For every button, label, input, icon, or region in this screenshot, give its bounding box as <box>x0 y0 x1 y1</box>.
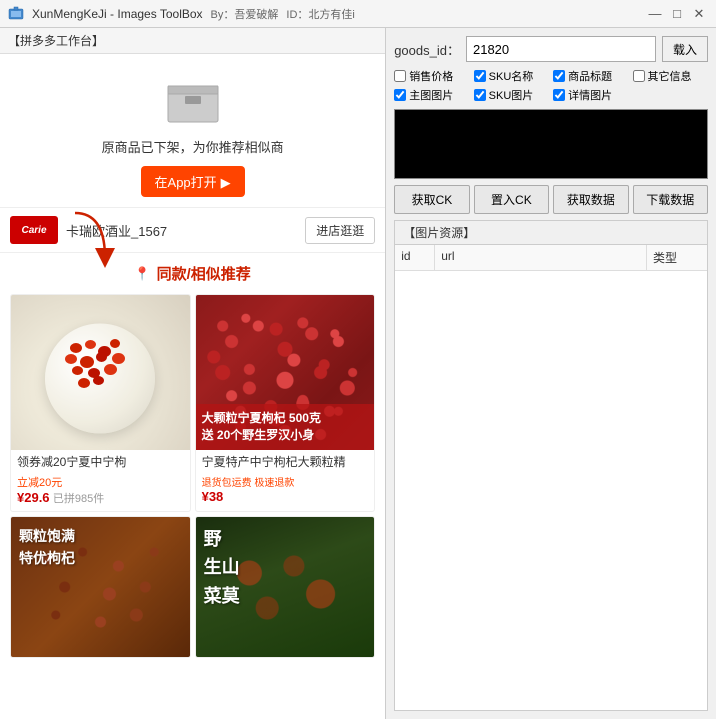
set-ck-button[interactable]: 置入CK <box>474 185 549 214</box>
bottom-products-row: 颗粒饱满 特优枸杞 野 生山 <box>10 516 375 658</box>
product-image-3: 颗粒饱满 特优枸杞 <box>11 517 190 657</box>
product-title-1: 领券减20宁夏中宁枸 <box>17 455 184 471</box>
checkbox-sku-image[interactable]: SKU图片 <box>474 87 549 103</box>
title-id: ID：北方有佳i <box>286 6 354 22</box>
archive-icon <box>163 74 223 124</box>
product-image-4: 野 生山 菜莫 <box>196 517 375 657</box>
checkbox-other-info[interactable]: 其它信息 <box>633 68 708 84</box>
goods-id-row: goods_id： 载入 <box>394 36 708 62</box>
product-card-4[interactable]: 野 生山 菜莫 <box>195 516 376 658</box>
checkbox-main-image-input[interactable] <box>394 89 406 101</box>
product-card-2[interactable]: 大颗粒宁夏枸杞 500克 送 20个野生罗汉小身 宁夏特产中宁枸杞大颗粒精 退货… <box>195 294 376 512</box>
store-logo: Carie <box>10 216 58 244</box>
checkbox-product-title-input[interactable] <box>553 70 565 82</box>
product-discount-1: 立减20元 <box>17 474 184 490</box>
goods-id-input[interactable] <box>466 36 656 62</box>
open-app-button[interactable]: 在App打开 <box>141 166 245 197</box>
checkbox-product-title[interactable]: 商品标题 <box>553 68 628 84</box>
resources-header: 【图片资源】 <box>395 221 707 245</box>
checkbox-sku-image-label: SKU图片 <box>489 87 534 103</box>
app-name: XunMengKeJi - Images ToolBox <box>32 7 203 21</box>
download-data-button[interactable]: 下载数据 <box>633 185 708 214</box>
main-container: 【拼多多工作台】 原商品已下架，为你推荐相似商 在App打开 Carie <box>0 28 716 719</box>
store-row: Carie 卡瑞欧酒业_1567 进店逛逛 <box>0 207 385 253</box>
table-header: id url 类型 <box>395 245 707 271</box>
table-col-url: url <box>435 245 647 270</box>
product-info-1: 领券减20宁夏中宁枸 立减20元 ¥29.6 已拼985件 <box>11 450 190 511</box>
table-col-type: 类型 <box>647 245 707 270</box>
get-data-button[interactable]: 获取数据 <box>553 185 628 214</box>
title-bar-left: XunMengKeJi - Images ToolBox By：吾爱破解 ID：… <box>8 6 355 22</box>
products-grid: 领券减20宁夏中宁枸 立减20元 ¥29.6 已拼985件 <box>10 294 375 512</box>
left-panel-header: 【拼多多工作台】 <box>0 28 385 54</box>
checkbox-detail-image-label: 详情图片 <box>568 87 612 103</box>
checkbox-sale-price[interactable]: 销售价格 <box>394 68 469 84</box>
resources-section: 【图片资源】 id url 类型 <box>394 220 708 711</box>
checkboxes-area: 销售价格 SKU名称 商品标题 其它信息 主图图片 SKU图片 <box>394 68 708 103</box>
checkbox-main-image-label: 主图图片 <box>409 87 453 103</box>
get-ck-button[interactable]: 获取CK <box>394 185 469 214</box>
checkbox-sku-name[interactable]: SKU名称 <box>474 68 549 84</box>
product-title-2: 宁夏特产中宁枸杞大颗粒精 <box>202 455 369 471</box>
checkbox-sku-image-input[interactable] <box>474 89 486 101</box>
goods-id-label: goods_id： <box>394 40 460 59</box>
product-image-1 <box>11 295 190 450</box>
product-price-2: ¥38 <box>202 489 369 504</box>
checkbox-sku-name-input[interactable] <box>474 70 486 82</box>
product-tags-2: 退货包运费 极速退款 <box>202 474 369 489</box>
checkbox-detail-image-input[interactable] <box>553 89 565 101</box>
product-notice: 原商品已下架，为你推荐相似商 在App打开 <box>0 54 385 207</box>
checkbox-sale-price-input[interactable] <box>394 70 406 82</box>
product-price-row-1: ¥29.6 已拼985件 <box>17 490 184 506</box>
checkbox-other-info-input[interactable] <box>633 70 645 82</box>
minimize-button[interactable]: — <box>646 5 664 23</box>
product-overlay-2: 大颗粒宁夏枸杞 500克 送 20个野生罗汉小身 <box>196 404 375 450</box>
title-by: By：吾爱破解 <box>211 6 279 22</box>
app-icon <box>8 6 24 22</box>
load-button[interactable]: 载入 <box>662 36 708 62</box>
window-controls: — □ ✕ <box>646 5 708 23</box>
similar-header: 📍 同款/相似推荐 <box>10 263 375 284</box>
notice-text: 原商品已下架，为你推荐相似商 <box>10 137 375 156</box>
table-col-id: id <box>395 245 435 270</box>
product-price-1: ¥29.6 <box>17 490 50 505</box>
location-pin-icon: 📍 <box>134 266 150 282</box>
checkbox-sku-name-label: SKU名称 <box>489 68 534 84</box>
product-price-sub-1: 已拼985件 <box>53 493 104 505</box>
checkbox-sale-price-label: 销售价格 <box>409 68 453 84</box>
product-text-overlay-4: 野 生山 菜莫 <box>204 525 240 611</box>
title-bar: XunMengKeJi - Images ToolBox By：吾爱破解 ID：… <box>0 0 716 28</box>
maximize-button[interactable]: □ <box>668 5 686 23</box>
similar-section: 📍 同款/相似推荐 <box>0 257 385 664</box>
visit-store-button[interactable]: 进店逛逛 <box>305 217 375 244</box>
product-text-overlay-3: 颗粒饱满 特优枸杞 <box>19 525 75 570</box>
preview-area <box>394 109 708 179</box>
left-panel-content[interactable]: 原商品已下架，为你推荐相似商 在App打开 Carie 卡瑞欧酒业_1567 进… <box>0 54 385 719</box>
right-panel: goods_id： 载入 销售价格 SKU名称 商品标题 其它信息 <box>386 28 716 719</box>
similar-header-text: 同款/相似推荐 <box>157 263 251 284</box>
checkbox-main-image[interactable]: 主图图片 <box>394 87 469 103</box>
product-info-2: 宁夏特产中宁枸杞大颗粒精 退货包运费 极速退款 ¥38 <box>196 450 375 509</box>
product-card-1[interactable]: 领券减20宁夏中宁枸 立减20元 ¥29.6 已拼985件 <box>10 294 191 512</box>
checkbox-other-info-label: 其它信息 <box>648 68 692 84</box>
resources-table: id url 类型 <box>395 245 707 710</box>
checkbox-detail-image[interactable]: 详情图片 <box>553 87 628 103</box>
product-image-2: 大颗粒宁夏枸杞 500克 送 20个野生罗汉小身 <box>196 295 375 450</box>
table-body <box>395 271 707 710</box>
left-panel: 【拼多多工作台】 原商品已下架，为你推荐相似商 在App打开 Carie <box>0 28 386 719</box>
product-card-3[interactable]: 颗粒饱满 特优枸杞 <box>10 516 191 658</box>
checkbox-product-title-label: 商品标题 <box>568 68 612 84</box>
action-buttons: 获取CK 置入CK 获取数据 下载数据 <box>394 185 708 214</box>
close-button[interactable]: ✕ <box>690 5 708 23</box>
store-name: 卡瑞欧酒业_1567 <box>66 221 305 240</box>
